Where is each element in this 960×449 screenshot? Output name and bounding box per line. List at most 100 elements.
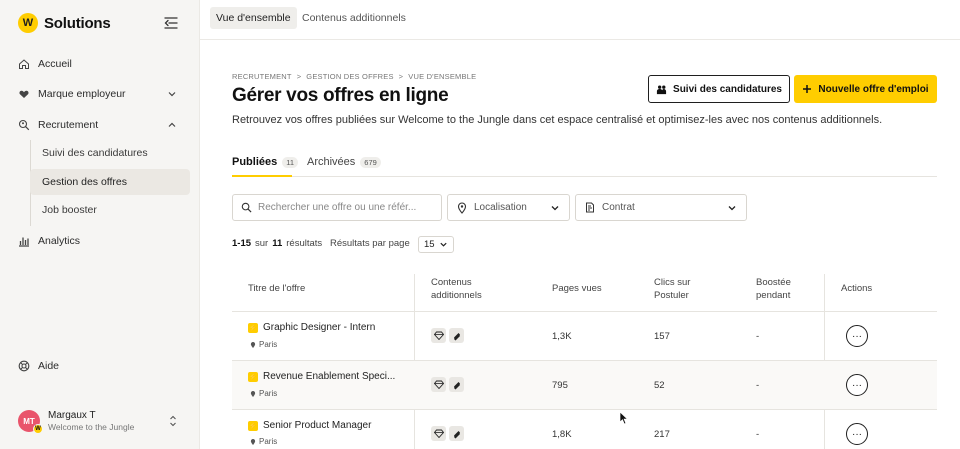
brand-logo: W bbox=[18, 13, 38, 33]
job-title[interactable]: ⚡ Graphic Designer - Intern bbox=[248, 322, 375, 333]
location-pin-icon bbox=[250, 390, 256, 397]
sidebar: W Solutions Accueil Marque employeur Rec… bbox=[0, 0, 200, 449]
tab-published[interactable]: Publiées 11 bbox=[232, 156, 299, 168]
location-select[interactable]: Localisation bbox=[447, 194, 570, 221]
nav-item-analytics[interactable]: Analytics bbox=[18, 235, 80, 247]
contract-select[interactable]: Contrat bbox=[575, 194, 747, 221]
header-clicks[interactable]: Clics sur Postuler bbox=[654, 276, 690, 302]
brand[interactable]: W Solutions bbox=[18, 13, 111, 33]
table-row[interactable] bbox=[232, 312, 937, 360]
clicks-value: 52 bbox=[654, 380, 665, 391]
chevron-up-icon[interactable] bbox=[167, 120, 177, 130]
breadcrumb-recruitment[interactable]: RECRUTEMENT bbox=[232, 72, 292, 81]
breadcrumb-manage-offers[interactable]: GESTION DES OFFRES bbox=[306, 72, 393, 81]
avatar-initials: MT bbox=[23, 416, 35, 426]
nav-item-recruitment[interactable]: Recrutement bbox=[18, 119, 98, 131]
contract-document-icon bbox=[586, 202, 594, 213]
new-offer-button[interactable]: Nouvelle offre d'emploi bbox=[794, 75, 937, 103]
search-input[interactable] bbox=[258, 202, 438, 213]
nav-label-home: Accueil bbox=[38, 58, 72, 70]
boosted-value: - bbox=[756, 380, 760, 391]
collapse-sidebar-icon[interactable] bbox=[162, 14, 180, 32]
help-lifebuoy-icon bbox=[18, 360, 30, 372]
results-range: 1-15 bbox=[232, 238, 252, 249]
header-clicks-line1: Clics sur bbox=[654, 277, 691, 288]
location-pin-icon bbox=[250, 438, 256, 445]
tab-additional-content[interactable]: Contenus additionnels bbox=[296, 7, 412, 29]
tab-published-count: 11 bbox=[282, 156, 299, 168]
new-offer-button-label: Nouvelle offre d'emploi bbox=[818, 83, 929, 95]
ticket-icon[interactable] bbox=[449, 426, 464, 441]
additional-contents bbox=[431, 426, 464, 441]
clicks-value: 217 bbox=[654, 429, 670, 440]
tab-archived[interactable]: Archivées 679 bbox=[307, 156, 381, 168]
table-row[interactable] bbox=[232, 361, 937, 409]
job-location-text: Paris bbox=[259, 340, 278, 349]
nav-item-home[interactable]: Accueil bbox=[18, 58, 72, 70]
results-sur: sur bbox=[255, 238, 269, 249]
ticket-icon[interactable] bbox=[449, 377, 464, 392]
header-views[interactable]: Pages vues bbox=[552, 282, 602, 295]
results-count: 1-15 sur 11 résultats bbox=[232, 238, 322, 249]
user-name: Margaux T bbox=[48, 410, 96, 421]
sidebar-item-job-booster[interactable]: Job booster bbox=[30, 197, 190, 223]
header-title[interactable]: Titre de l'offre bbox=[248, 282, 305, 295]
header-contents-line1: Contenus bbox=[431, 277, 472, 288]
mouse-cursor-icon bbox=[619, 411, 629, 425]
tab-overview[interactable]: Vue d'ensemble bbox=[210, 7, 297, 29]
sidebar-item-applications[interactable]: Suivi des candidatures bbox=[30, 140, 190, 166]
diamond-icon[interactable] bbox=[431, 328, 446, 343]
job-title[interactable]: ⚡ Senior Product Manager bbox=[248, 420, 371, 431]
tab-archived-label: Archivées bbox=[307, 156, 356, 168]
header-boosted[interactable]: Boostée pendant bbox=[756, 276, 791, 302]
location-pin-icon bbox=[457, 201, 467, 214]
header-contents-line2: additionnels bbox=[431, 290, 482, 301]
chevron-down-icon[interactable] bbox=[167, 89, 177, 99]
per-page-select[interactable]: 15 bbox=[418, 236, 454, 253]
nav-label-recruitment: Recrutement bbox=[38, 119, 99, 131]
per-page-value: 15 bbox=[424, 239, 435, 250]
user-menu[interactable]: MT W Margaux T Welcome to the Jungle bbox=[18, 410, 134, 434]
job-location: Paris bbox=[250, 437, 277, 446]
tab-published-label: Publiées bbox=[232, 156, 278, 168]
applications-button[interactable]: Suivi des candidatures bbox=[648, 75, 790, 103]
boosted-value: - bbox=[756, 331, 760, 342]
views-value: 1,8K bbox=[552, 429, 572, 440]
lightning-icon: ⚡ bbox=[248, 420, 258, 431]
header-boosted-line2: pendant bbox=[756, 290, 791, 301]
page-title: Gérer vos offres en ligne bbox=[232, 85, 449, 106]
job-title[interactable]: ⚡ Revenue Enablement Speci... bbox=[248, 371, 395, 382]
additional-contents bbox=[431, 377, 464, 392]
chevron-down-icon bbox=[551, 206, 559, 211]
row-actions-button[interactable]: ··· bbox=[846, 423, 868, 445]
search-field[interactable] bbox=[232, 194, 442, 221]
company-badge: W bbox=[33, 424, 43, 434]
job-location-text: Paris bbox=[259, 389, 278, 398]
brand-name: Solutions bbox=[44, 14, 111, 32]
chevron-up-down-icon[interactable] bbox=[168, 414, 178, 428]
results-label: résultats bbox=[286, 238, 323, 249]
user-info: Margaux T Welcome to the Jungle bbox=[48, 410, 134, 432]
nav-item-help[interactable]: Aide bbox=[18, 360, 59, 372]
job-location-text: Paris bbox=[259, 437, 278, 446]
job-title-text: Graphic Designer - Intern bbox=[263, 322, 376, 333]
row-actions-button[interactable]: ··· bbox=[846, 374, 868, 396]
row-actions-button[interactable]: ··· bbox=[846, 325, 868, 347]
nav-label-analytics: Analytics bbox=[38, 235, 81, 247]
diamond-icon[interactable] bbox=[431, 377, 446, 392]
job-location: Paris bbox=[250, 389, 277, 398]
people-icon bbox=[656, 85, 667, 94]
tab-archived-count: 679 bbox=[360, 156, 381, 168]
results-total: 11 bbox=[272, 238, 283, 249]
breadcrumb-separator: > bbox=[398, 72, 404, 81]
breadcrumb-separator: > bbox=[296, 72, 302, 81]
plus-icon bbox=[803, 85, 812, 93]
location-select-label: Localisation bbox=[474, 202, 527, 213]
diamond-icon[interactable] bbox=[431, 426, 446, 441]
nav-item-employer-brand[interactable]: Marque employeur bbox=[18, 88, 126, 100]
sidebar-item-manage-offers[interactable]: Gestion des offres bbox=[30, 169, 190, 195]
chevron-down-icon bbox=[728, 206, 736, 211]
analytics-icon bbox=[19, 237, 29, 247]
clicks-value: 157 bbox=[654, 331, 670, 342]
ticket-icon[interactable] bbox=[449, 328, 464, 343]
